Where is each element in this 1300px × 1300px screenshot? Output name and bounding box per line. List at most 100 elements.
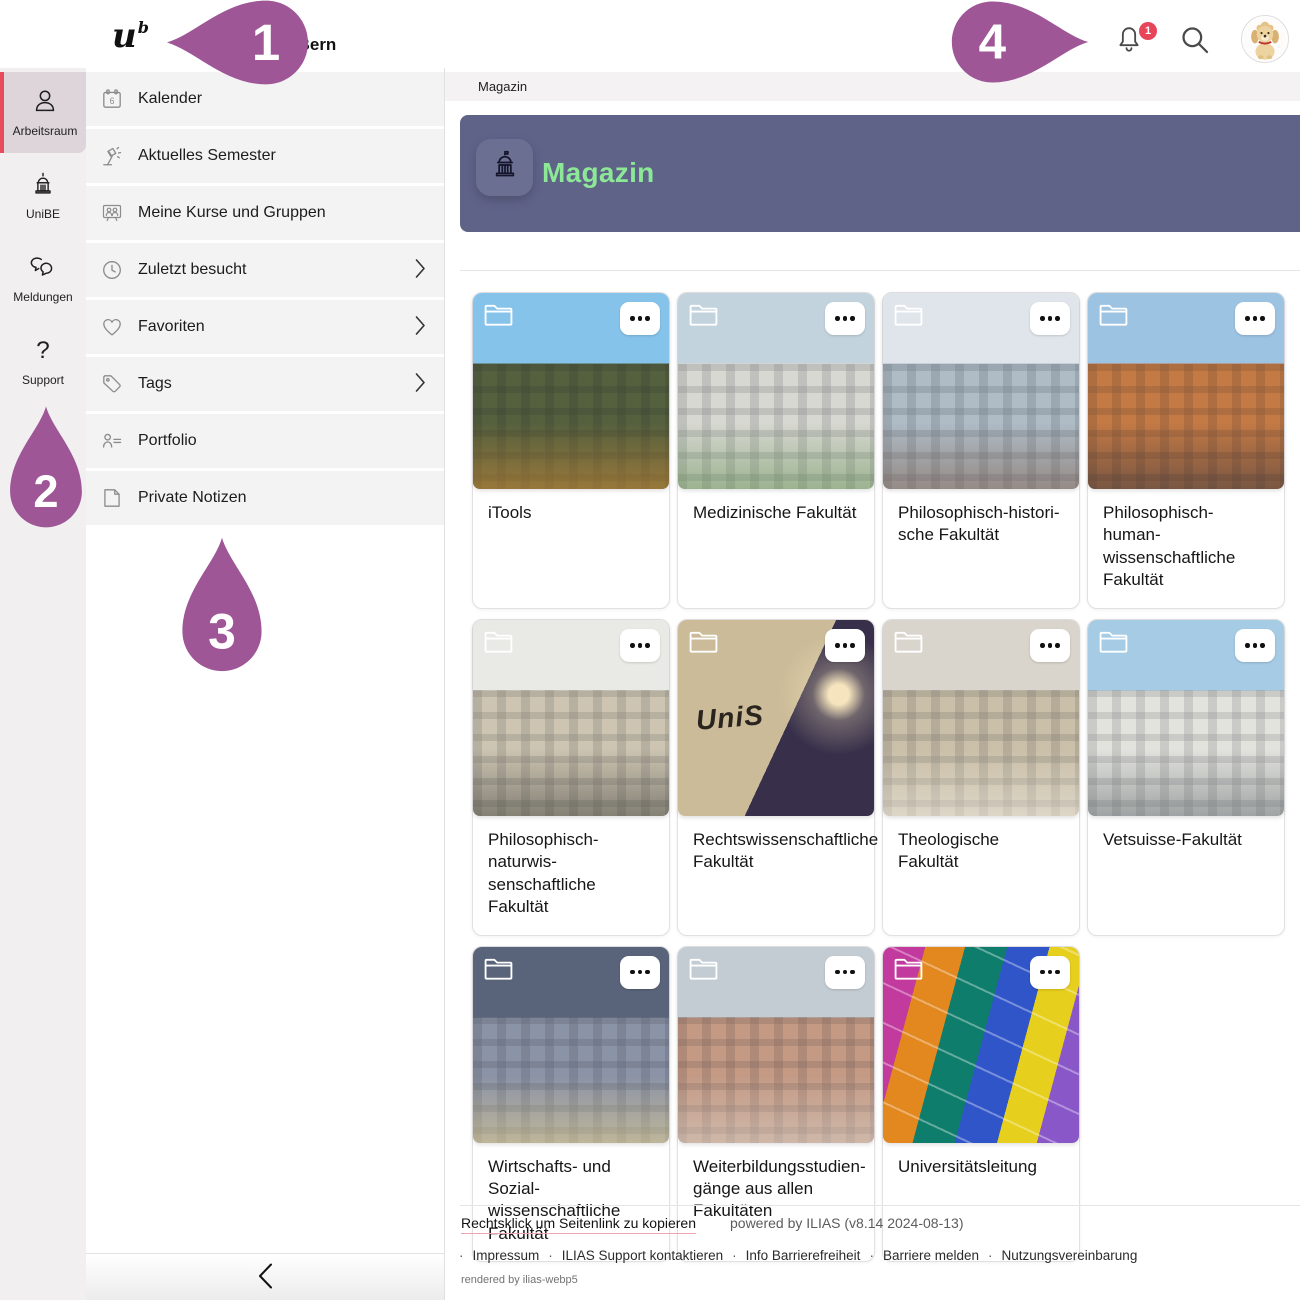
card-actions-button[interactable] bbox=[1235, 302, 1275, 335]
card-title-line: Medizinische Fakultät bbox=[693, 503, 856, 522]
menu-item-tags[interactable]: Tags bbox=[86, 357, 444, 411]
card[interactable]: UniS Rechtswissenschaftliche Fakultät bbox=[677, 619, 875, 936]
card-actions-button[interactable] bbox=[620, 956, 660, 989]
card-photo[interactable] bbox=[473, 293, 669, 489]
notification-badge: 1 bbox=[1139, 22, 1157, 40]
folder-icon bbox=[482, 301, 515, 334]
card-title: Theologische Fakultät bbox=[883, 816, 1079, 890]
card-title-line: senschaftliche Fakultät bbox=[488, 875, 596, 916]
notifications-button[interactable]: 1 bbox=[1106, 20, 1152, 60]
card-photo[interactable] bbox=[678, 947, 874, 1143]
card-title-line: Universitätsleitung bbox=[898, 1157, 1037, 1176]
main-content: Magazin Magazin iTools Medizinische Fakul… bbox=[445, 68, 1300, 1300]
main-rail: Arbeitsraum UniBE Meldungen bbox=[0, 68, 86, 1300]
banner-icon-tile bbox=[476, 139, 533, 196]
menu-item-zuletzt-besucht[interactable]: Zuletzt besucht bbox=[86, 243, 444, 297]
folder-icon bbox=[687, 628, 720, 661]
footer-link[interactable]: Info Barrierefreiheit bbox=[746, 1248, 861, 1263]
folder-icon bbox=[1097, 301, 1130, 334]
card[interactable]: iTools bbox=[472, 292, 670, 609]
menu-item-portfolio[interactable]: Portfolio bbox=[86, 414, 444, 468]
card[interactable]: Medizinische Fakultät bbox=[677, 292, 875, 609]
copy-page-link[interactable]: Rechtsklick um Seitenlink zu kopieren bbox=[461, 1215, 696, 1234]
card-photo[interactable] bbox=[883, 947, 1079, 1143]
card-photo[interactable] bbox=[473, 620, 669, 816]
card-actions-button[interactable] bbox=[825, 629, 865, 662]
rail-item-meldungen[interactable]: Meldungen bbox=[0, 238, 86, 319]
dot bbox=[835, 643, 840, 648]
menu-item-aktuelles-semester[interactable]: Aktuelles Semester bbox=[86, 129, 444, 183]
card-photo[interactable] bbox=[883, 620, 1079, 816]
rail-item-arbeitsraum[interactable]: Arbeitsraum bbox=[0, 72, 86, 153]
card-photo[interactable]: UniS bbox=[678, 620, 874, 816]
card-actions-button[interactable] bbox=[825, 956, 865, 989]
dot bbox=[850, 643, 855, 648]
footer-link[interactable]: ILIAS Support kontaktieren bbox=[562, 1248, 723, 1263]
card-actions-button[interactable] bbox=[1235, 629, 1275, 662]
menu-item-meine-kurse[interactable]: Meine Kurse und Gruppen bbox=[86, 186, 444, 240]
card-actions-button[interactable] bbox=[620, 302, 660, 335]
footer-link[interactable]: Impressum bbox=[473, 1248, 540, 1263]
menu-item-kalender[interactable]: 6 Kalender bbox=[86, 72, 444, 126]
card-title: Wirtschafts- und Sozial-wissenschaftlich… bbox=[473, 1143, 669, 1262]
card-actions-button[interactable] bbox=[1030, 956, 1070, 989]
rail-item-support[interactable]: ? Support bbox=[0, 321, 86, 402]
menu-item-label: Tags bbox=[138, 375, 172, 393]
chevron-right-icon bbox=[415, 373, 426, 396]
collapse-sidebar-button[interactable] bbox=[86, 1253, 444, 1300]
footer-link-separator: · bbox=[988, 1248, 993, 1263]
card-title-line: Philosophisch-histori- bbox=[898, 503, 1060, 522]
unibe-logo[interactable]: ub bbox=[112, 16, 149, 56]
card-photo[interactable] bbox=[1088, 620, 1284, 816]
card-photo[interactable] bbox=[473, 947, 669, 1143]
page-title: Magazin bbox=[542, 157, 655, 189]
card-photo[interactable] bbox=[1088, 293, 1284, 489]
chevron-right-icon bbox=[415, 316, 426, 339]
rail-item-unibe[interactable]: UniBE bbox=[0, 155, 86, 236]
dot bbox=[1055, 316, 1060, 321]
card[interactable]: Philosophisch-human-wissenschaftlicheFak… bbox=[1087, 292, 1285, 609]
folder-icon bbox=[892, 301, 925, 334]
menu-item-favoriten[interactable]: Favoriten bbox=[86, 300, 444, 354]
card-title: Vetsuisse-Fakultät bbox=[1088, 816, 1284, 867]
dot bbox=[850, 970, 855, 975]
footer-link[interactable]: Nutzungsvereinbarung bbox=[1001, 1248, 1137, 1263]
menu-item-private-notizen[interactable]: Private Notizen bbox=[86, 471, 444, 525]
user-avatar[interactable] bbox=[1241, 15, 1289, 63]
card-title-line: Theologische Fakultät bbox=[898, 830, 999, 871]
dot bbox=[850, 316, 855, 321]
card[interactable]: Philosophisch-naturwis-senschaftliche Fa… bbox=[472, 619, 670, 936]
rail-item-label: Meldungen bbox=[13, 290, 72, 304]
menu-item-label: Meine Kurse und Gruppen bbox=[138, 204, 326, 222]
card[interactable]: Theologische Fakultät bbox=[882, 619, 1080, 936]
card-title-line: Fakultät bbox=[693, 852, 753, 871]
card-actions-button[interactable] bbox=[620, 629, 660, 662]
card-grid: iTools Medizinische Fakultät Philosophisch… bbox=[472, 292, 1285, 1262]
search-button[interactable] bbox=[1178, 24, 1212, 58]
chat-bubbles-icon bbox=[29, 253, 57, 284]
footer-links: ·Impressum·ILIAS Support kontaktieren·In… bbox=[459, 1248, 1239, 1263]
card-title-line: Weiterbildungsstudien- bbox=[693, 1157, 866, 1176]
person-icon bbox=[31, 87, 59, 118]
dot bbox=[1260, 316, 1265, 321]
card-actions-button[interactable] bbox=[825, 302, 865, 335]
card[interactable]: Vetsuisse-Fakultät bbox=[1087, 619, 1285, 936]
card-photo[interactable] bbox=[678, 293, 874, 489]
dot bbox=[843, 970, 848, 975]
menu-item-label: Favoriten bbox=[138, 318, 205, 336]
breadcrumb[interactable]: Magazin bbox=[478, 79, 527, 94]
dot bbox=[835, 970, 840, 975]
card-title-line: sche Fakultät bbox=[898, 525, 999, 544]
card-title-line: Rechtswissenschaftliche bbox=[693, 830, 878, 849]
card-photo[interactable] bbox=[883, 293, 1079, 489]
card-title-line: Fakultät bbox=[1103, 570, 1163, 589]
footer-link[interactable]: Barriere melden bbox=[883, 1248, 979, 1263]
card[interactable]: Philosophisch-histori-sche Fakultät bbox=[882, 292, 1080, 609]
top-header: ub Universität Bern 1 bbox=[0, 0, 1300, 68]
card-actions-button[interactable] bbox=[1030, 629, 1070, 662]
ilias-app: ub Universität Bern 1 bbox=[0, 0, 1300, 1300]
dot bbox=[645, 316, 650, 321]
dot bbox=[843, 643, 848, 648]
card-actions-button[interactable] bbox=[1030, 302, 1070, 335]
folder-icon bbox=[687, 301, 720, 334]
